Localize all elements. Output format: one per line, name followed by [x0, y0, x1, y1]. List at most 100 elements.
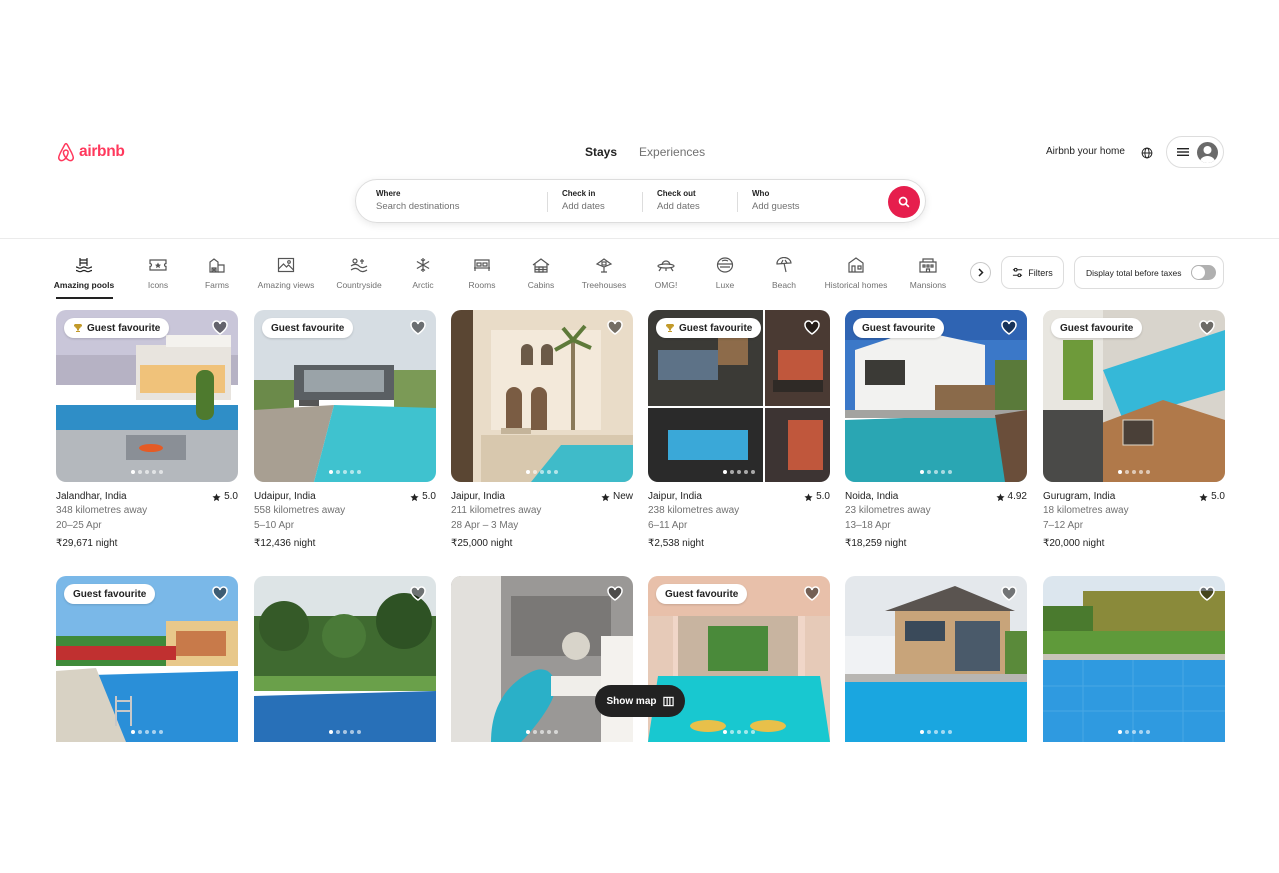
heart-icon[interactable] — [1001, 320, 1017, 340]
check-in-field[interactable]: Check in Add dates — [547, 180, 642, 222]
heart-icon[interactable] — [1001, 586, 1017, 606]
photo-dots — [920, 470, 952, 474]
star-icon — [804, 493, 813, 501]
categories-next-button[interactable] — [970, 262, 991, 283]
listing-rating: New — [601, 490, 633, 504]
show-map-button[interactable]: Show map — [595, 685, 685, 717]
listing-photo[interactable] — [845, 576, 1027, 742]
toggle-switch[interactable] — [1191, 265, 1217, 280]
category-label: Treehouses — [581, 280, 627, 290]
snowflake-icon — [415, 256, 431, 274]
trophy-icon — [666, 324, 674, 332]
photo-dots — [526, 730, 558, 734]
listing-dates: 28 Apr – 3 May — [451, 519, 519, 531]
badge-label: Guest favourite — [862, 322, 936, 334]
mansion-icon — [919, 256, 937, 274]
filters-button[interactable]: Filters — [1001, 256, 1064, 289]
listing-card[interactable]: Guest favourite Jalandhar, India 5.0 348… — [56, 310, 238, 551]
heart-icon[interactable] — [212, 320, 228, 340]
listing-photo[interactable] — [1043, 576, 1225, 742]
listing-rating: 5.0 — [804, 490, 830, 504]
listing-photo[interactable]: Guest favourite — [56, 576, 238, 742]
guest-favourite-badge: Guest favourite — [64, 584, 156, 604]
search-button[interactable] — [888, 186, 920, 218]
treehouse-icon — [595, 256, 613, 274]
listing-card[interactable]: Guest favourite — [648, 576, 830, 742]
star-icon — [410, 493, 419, 501]
category-label: Countryside — [336, 280, 382, 290]
listing-card[interactable] — [451, 576, 633, 742]
check-out-label: Check out — [657, 189, 696, 198]
category-cabins[interactable]: Cabins — [505, 256, 577, 290]
rating-value: 5.0 — [1211, 491, 1225, 502]
category-historical-homes[interactable]: Historical homes — [820, 256, 892, 290]
active-category-indicator — [56, 297, 113, 299]
listing-price: ₹18,259 night — [845, 537, 1027, 551]
category-amazing-pools[interactable]: Amazing pools — [48, 256, 120, 290]
category-label: Historical homes — [824, 280, 888, 290]
listing-card[interactable]: Guest favourite Noida, India 4.92 23 kil… — [845, 310, 1027, 551]
airbnb-logo[interactable]: airbnb — [56, 141, 125, 163]
category-label: Amazing views — [257, 280, 315, 290]
display-total-toggle[interactable]: Display total before taxes — [1074, 256, 1224, 289]
listing-photo[interactable] — [451, 310, 633, 482]
heart-icon[interactable] — [410, 586, 426, 606]
listing-card[interactable]: Guest favourite Udaipur, India 5.0 558 k… — [254, 310, 436, 551]
listing-card[interactable] — [845, 576, 1027, 742]
price-unit: night — [490, 537, 513, 549]
listing-photo[interactable]: Guest favourite — [56, 310, 238, 482]
heart-icon[interactable] — [607, 586, 623, 606]
listing-photo[interactable]: Guest favourite — [1043, 310, 1225, 482]
globe-icon[interactable] — [1141, 146, 1153, 164]
where-field[interactable]: Where Search destinations — [356, 180, 547, 222]
listing-dates: 5–10 Apr — [254, 519, 295, 531]
badge-label: Guest favourite — [1060, 322, 1134, 334]
price-amount: ₹2,538 — [648, 537, 680, 549]
category-amazing-views[interactable]: Amazing views — [250, 256, 322, 290]
heart-icon[interactable] — [804, 586, 820, 606]
category-label: Cabins — [527, 280, 555, 290]
check-in-label: Check in — [562, 189, 596, 198]
guests-field[interactable]: Who Add guests — [737, 180, 887, 222]
category-mansions[interactable]: Mansions — [892, 256, 964, 290]
listing-photo[interactable]: Guest favourite — [845, 310, 1027, 482]
countryside-icon — [350, 256, 368, 274]
listing-distance: 558 kilometres away — [254, 505, 346, 517]
cabin-icon — [532, 256, 550, 274]
listing-card[interactable]: Guest favourite Gurugram, India 5.0 18 k… — [1043, 310, 1225, 551]
listing-card[interactable]: Jaipur, India New 211 kilometres away 28… — [451, 310, 633, 551]
badge-label: Guest favourite — [87, 322, 161, 334]
heart-icon[interactable] — [212, 586, 228, 606]
listing-photo[interactable]: Guest favourite — [254, 310, 436, 482]
guests-placeholder: Add guests — [752, 201, 800, 212]
heart-icon[interactable] — [804, 320, 820, 340]
category-beach[interactable]: Beach — [748, 256, 820, 290]
tab-experiences[interactable]: Experiences — [639, 145, 705, 159]
check-out-field[interactable]: Check out Add dates — [642, 180, 737, 222]
user-menu-button[interactable] — [1166, 136, 1224, 168]
photo-dots — [131, 730, 163, 734]
listing-card[interactable]: Guest favourite Jaipur, India 5.0 238 ki… — [648, 310, 830, 551]
listing-location: Jaipur, India — [451, 491, 505, 502]
category-farms[interactable]: Farms — [181, 256, 253, 290]
category-countryside[interactable]: Countryside — [323, 256, 395, 290]
listing-card[interactable] — [254, 576, 436, 742]
listing-photo[interactable]: Guest favourite — [648, 310, 830, 482]
listing-photo[interactable]: Guest favourite — [648, 576, 830, 742]
heart-icon[interactable] — [607, 320, 623, 340]
listing-card[interactable] — [1043, 576, 1225, 742]
badge-label: Guest favourite — [679, 322, 753, 334]
listing-photo[interactable] — [451, 576, 633, 742]
category-label: Arctic — [412, 280, 434, 290]
heart-icon[interactable] — [1199, 586, 1215, 606]
listing-dates: 7–12 Apr — [1043, 519, 1084, 531]
airbnb-your-home-link[interactable]: Airbnb your home — [1046, 146, 1125, 157]
rating-value: 4.92 — [1007, 491, 1027, 502]
listing-photo[interactable] — [254, 576, 436, 742]
listing-distance: 211 kilometres away — [451, 505, 542, 517]
landscape-icon — [277, 256, 295, 274]
heart-icon[interactable] — [410, 320, 426, 340]
tab-stays[interactable]: Stays — [585, 145, 617, 159]
heart-icon[interactable] — [1199, 320, 1215, 340]
listing-card[interactable]: Guest favourite — [56, 576, 238, 742]
